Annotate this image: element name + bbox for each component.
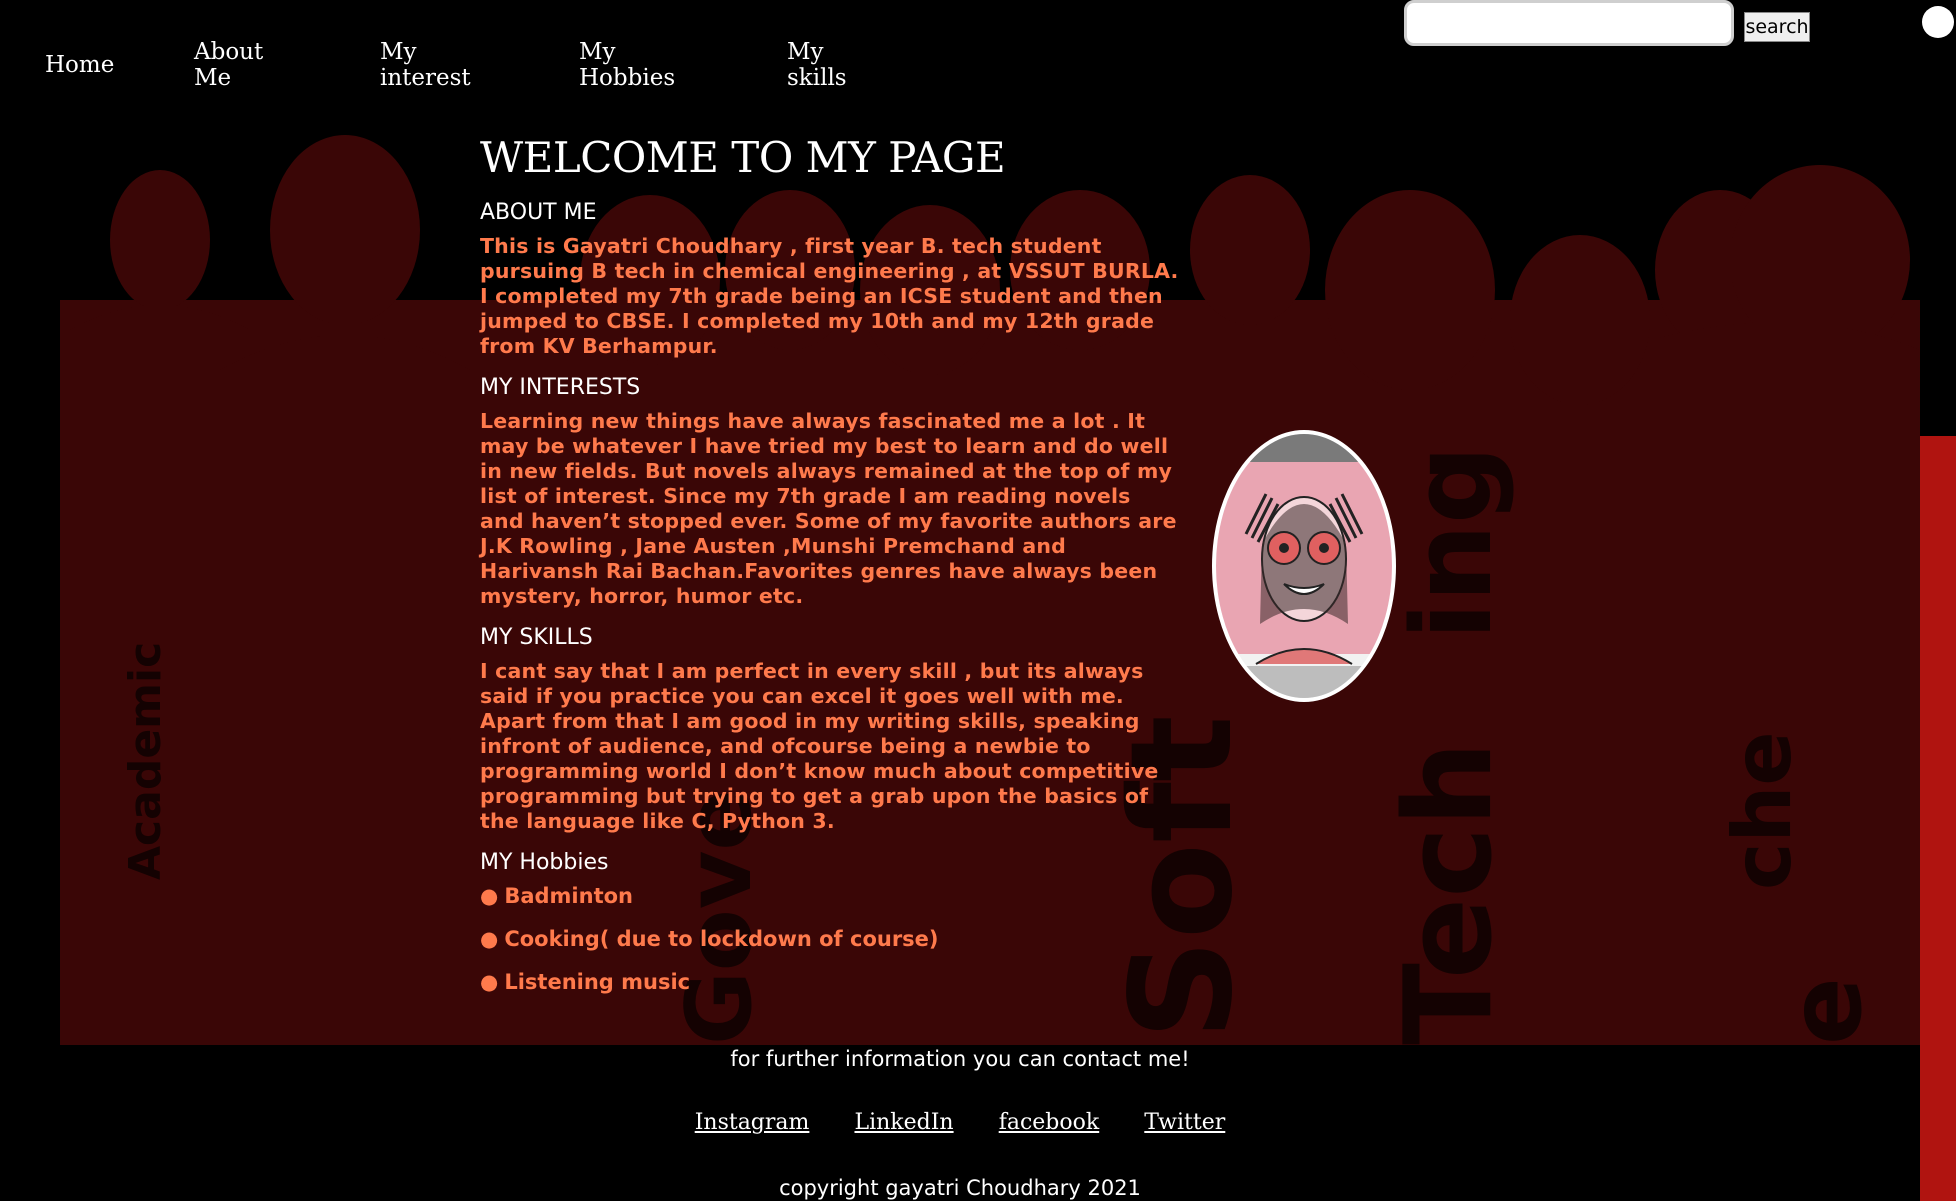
about-heading: ABOUT ME [480, 200, 597, 225]
nav-label: Hobbies [579, 65, 676, 91]
instagram-link[interactable]: Instagram [695, 1110, 810, 1135]
right-edge-band [1920, 436, 1956, 1201]
nav-skills-link[interactable]: My skills [787, 39, 877, 91]
page-title: WELCOME TO MY PAGE [480, 133, 1006, 182]
nav-label: skills [787, 65, 847, 91]
nav-interest-link[interactable]: My interest [380, 39, 500, 91]
copyright: copyright gayatri Choudhary 2021 [779, 1176, 1141, 1200]
twitter-link[interactable]: Twitter [1144, 1110, 1225, 1135]
nav-label: Me [194, 65, 232, 91]
search-input[interactable] [1404, 0, 1734, 46]
hobby-item: ● Cooking( due to lockdown of course) [480, 927, 1180, 952]
skills-text: I cant say that I am perfect in every sk… [480, 659, 1159, 833]
hobby-item: ● Badminton [480, 884, 1180, 909]
search-button[interactable]: search [1744, 12, 1810, 42]
corner-circle [1922, 6, 1954, 38]
hobby-label: Cooking( due to lockdown of course) [504, 927, 939, 951]
bg-word: e [1767, 977, 1884, 1045]
main-content: WELCOME TO MY PAGE ABOUT ME This is Gaya… [480, 128, 1180, 1013]
hobbies-heading: MY Hobbies [480, 850, 609, 875]
portrait-sketch-icon [1216, 434, 1392, 698]
bg-word: che [1716, 731, 1809, 890]
nav-label: interest [380, 65, 471, 91]
nav-label: My [787, 39, 824, 65]
interests-heading: MY INTERESTS [480, 375, 641, 400]
hobby-label: Listening music [504, 970, 691, 994]
bullet-icon: ● [480, 884, 499, 908]
nav-label: My [380, 39, 417, 65]
nav-home-link[interactable]: Home [45, 52, 155, 78]
social-links: Instagram LinkedIn facebook Twitter [0, 1110, 1920, 1135]
hobby-label: Badminton [504, 884, 633, 908]
hobby-item: ● Listening music [480, 970, 1180, 995]
profile-portrait [1212, 430, 1396, 702]
nav-hobbies-link[interactable]: My Hobbies [579, 39, 689, 91]
nav-about-link[interactable]: About Me [194, 39, 274, 91]
bg-word: Tech [1380, 741, 1519, 1045]
skills-heading: MY SKILLS [480, 625, 593, 650]
contact-note: for further information you can contact … [730, 1047, 1190, 1071]
nav-label: My [579, 39, 616, 65]
bg-word: Academic [120, 642, 171, 880]
interests-text: Learning new things have always fascinat… [480, 409, 1177, 608]
bullet-icon: ● [480, 927, 499, 951]
linkedin-link[interactable]: LinkedIn [854, 1110, 953, 1135]
facebook-link[interactable]: facebook [999, 1110, 1100, 1135]
bullet-icon: ● [480, 970, 499, 994]
nav-label: About [194, 39, 264, 65]
about-text: This is Gayatri Choudhary , first year B… [480, 234, 1179, 358]
bg-word: ing [1388, 445, 1516, 640]
